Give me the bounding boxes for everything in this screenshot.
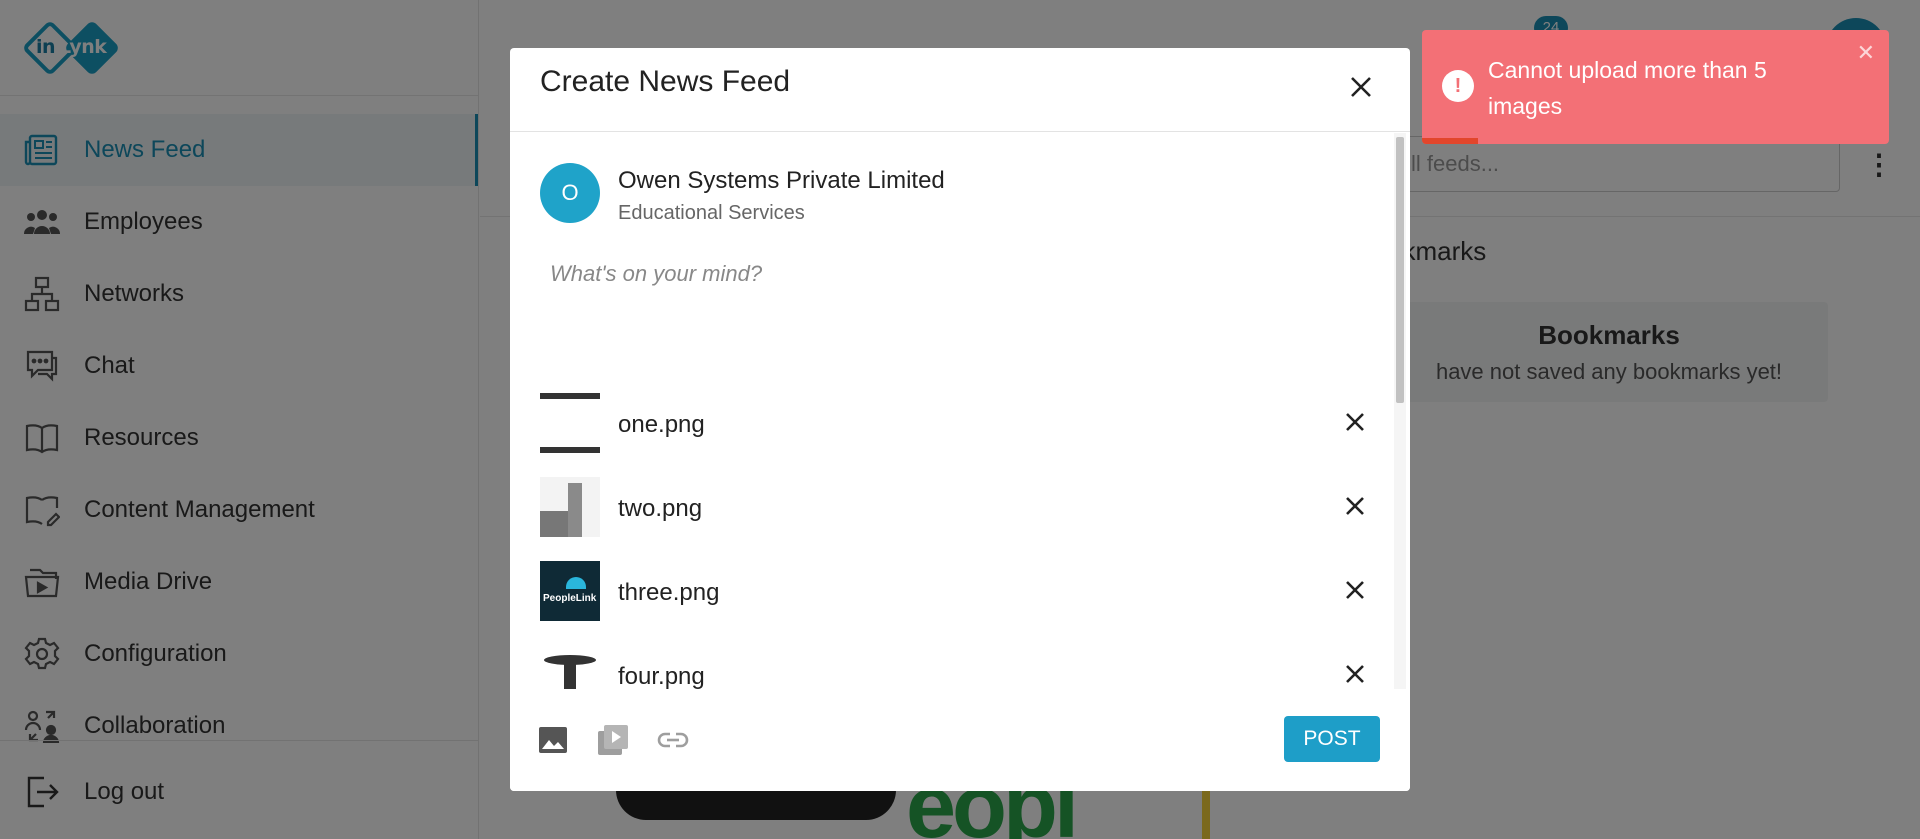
remove-file-close-icon[interactable]: [1342, 661, 1368, 687]
modal-body: O Owen Systems Private Limited Education…: [510, 133, 1410, 689]
file-thumbnail: PeopleLink: [540, 561, 600, 621]
modal-footer: POST: [510, 689, 1410, 791]
modal-scrollbar-thumb[interactable]: [1396, 137, 1404, 403]
post-button[interactable]: POST: [1284, 716, 1380, 762]
toast-message: Cannot upload more than 5 images: [1488, 57, 1767, 119]
file-name: one.png: [618, 411, 705, 438]
file-name: three.png: [618, 579, 720, 606]
video-upload-icon[interactable]: [596, 723, 630, 757]
file-name: two.png: [618, 495, 703, 522]
org-category: Educational Services: [618, 202, 805, 224]
link-icon[interactable]: [656, 723, 690, 757]
remove-file-close-icon[interactable]: [1342, 409, 1368, 435]
post-text-input[interactable]: [540, 251, 1360, 371]
org-name: Owen Systems Private Limited: [618, 167, 945, 194]
modal-header: Create News Feed: [510, 48, 1410, 132]
attached-file-row: two.png: [540, 477, 1380, 539]
file-thumbnail: [540, 393, 600, 453]
image-upload-icon[interactable]: [536, 723, 570, 757]
create-news-feed-modal: Create News Feed O Owen Systems Private …: [510, 48, 1410, 791]
close-icon[interactable]: [1346, 72, 1376, 102]
org-avatar: O: [540, 163, 600, 223]
file-thumbnail: [540, 645, 600, 689]
file-thumbnail: [540, 477, 600, 537]
modal-title: Create News Feed: [540, 65, 791, 98]
remove-file-close-icon[interactable]: [1342, 577, 1368, 603]
attached-file-row: four.png: [540, 645, 1380, 689]
attached-file-row: one.png: [540, 393, 1380, 455]
toast-close-icon[interactable]: ✕: [1857, 40, 1875, 66]
exclamation-icon: !: [1442, 70, 1474, 102]
toast-progress-bar: [1422, 138, 1479, 144]
thumbnail-logo-text: PeopleLink: [543, 593, 597, 604]
error-toast: ! Cannot upload more than 5 images ✕: [1422, 30, 1889, 144]
attached-file-row: PeopleLink three.png: [540, 561, 1380, 623]
remove-file-close-icon[interactable]: [1342, 493, 1368, 519]
file-name: four.png: [618, 663, 705, 689]
